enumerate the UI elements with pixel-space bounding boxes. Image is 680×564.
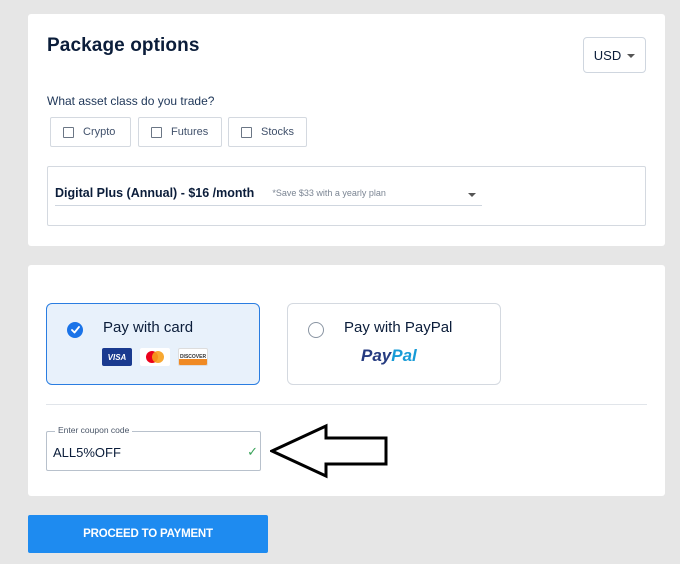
pay-with-paypal-option[interactable]: Pay with PayPal PayPal [287, 303, 501, 385]
coupon-field-label: Enter coupon code [55, 425, 133, 435]
plan-select[interactable]: Digital Plus (Annual) - $16 /month *Save… [55, 181, 482, 206]
checkmark-icon: ✓ [247, 444, 258, 459]
chevron-down-icon [627, 54, 636, 58]
arrow-left-icon [270, 423, 388, 479]
mastercard-logo [140, 348, 170, 366]
asset-class-question: What asset class do you trade? [47, 94, 215, 108]
card-logos: VISA DISCOVER [102, 348, 208, 366]
package-options-panel: Package options USD What asset class do … [28, 14, 665, 246]
check-circle-icon[interactable] [67, 322, 83, 338]
visa-logo: VISA [102, 348, 132, 366]
discover-stripe [179, 359, 207, 365]
asset-option-label: Futures [171, 126, 209, 138]
divider [46, 404, 647, 405]
chevron-down-icon [468, 193, 476, 197]
discover-logo: DISCOVER [178, 348, 208, 366]
paypal-logo-part-2: Pal [391, 346, 417, 365]
checkout-page: Package options USD What asset class do … [0, 0, 680, 564]
asset-option-futures[interactable]: Futures [138, 117, 222, 147]
asset-option-stocks[interactable]: Stocks [228, 117, 307, 147]
radio-icon[interactable] [308, 322, 324, 338]
plan-savings-note: *Save $33 with a yearly plan [272, 188, 386, 198]
coupon-field: Enter coupon code ✓ [46, 425, 261, 471]
pay-with-card-label: Pay with card [103, 319, 194, 336]
asset-option-label: Crypto [83, 126, 116, 138]
currency-select[interactable]: USD [583, 37, 646, 73]
plan-container: Digital Plus (Annual) - $16 /month *Save… [47, 166, 646, 226]
asset-option-label: Stocks [261, 126, 295, 138]
proceed-to-payment-button[interactable]: PROCEED TO PAYMENT [28, 515, 268, 553]
asset-option-crypto[interactable]: Crypto [50, 117, 131, 147]
coupon-input[interactable] [53, 443, 233, 461]
checkbox-icon[interactable] [63, 126, 74, 138]
page-title: Package options [47, 35, 200, 56]
plan-selected-value: Digital Plus (Annual) - $16 /month [55, 186, 255, 200]
checkbox-icon[interactable] [241, 126, 252, 138]
paypal-logo: PayPal [361, 346, 417, 366]
paypal-logo-part-1: Pay [361, 346, 392, 365]
currency-value: USD [593, 47, 622, 63]
pay-with-paypal-label: Pay with PayPal [344, 319, 453, 336]
checkbox-icon[interactable] [151, 126, 162, 138]
pay-with-card-option[interactable]: Pay with card VISA DISCOVER [46, 303, 260, 385]
